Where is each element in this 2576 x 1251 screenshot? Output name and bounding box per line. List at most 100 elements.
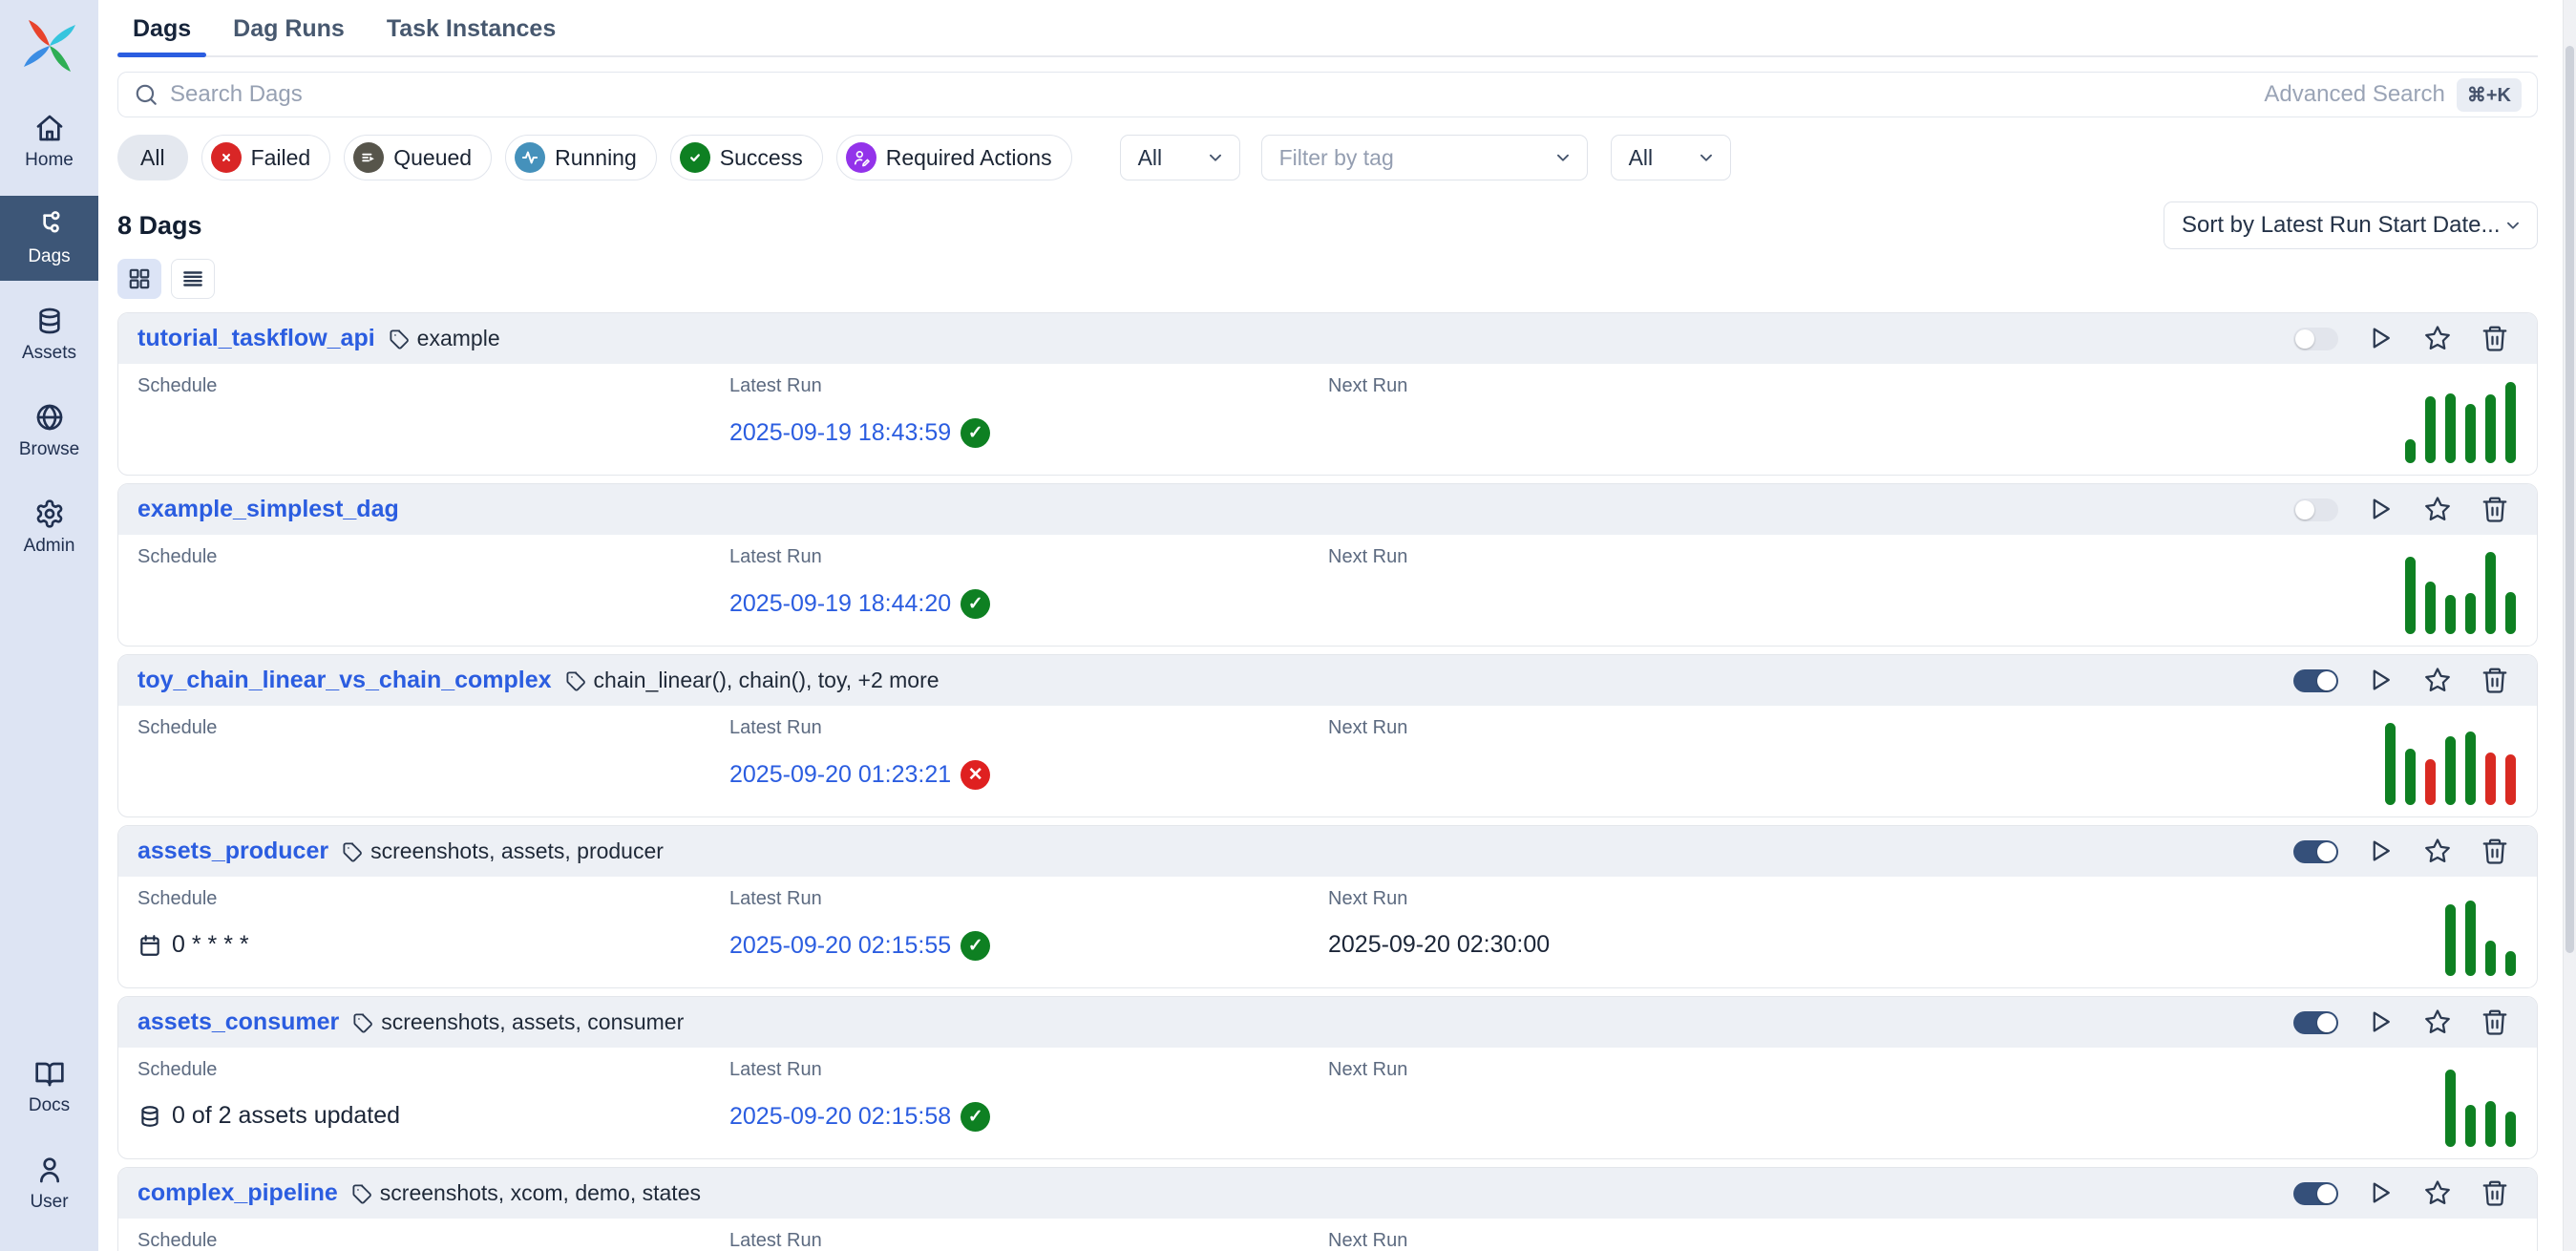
sidebar-item-user[interactable]: User: [0, 1141, 98, 1226]
run-bar[interactable]: [2425, 759, 2436, 805]
recent-runs-chart[interactable]: [2445, 888, 2516, 976]
scrollbar-thumb[interactable]: [2565, 46, 2574, 953]
run-bar[interactable]: [2425, 396, 2436, 463]
run-bar[interactable]: [2505, 382, 2516, 463]
recent-runs-chart[interactable]: [2405, 546, 2516, 634]
run-bar[interactable]: [2465, 593, 2476, 634]
run-bar[interactable]: [2445, 736, 2456, 805]
sort-select[interactable]: Sort by Latest Run Start Date...: [2164, 201, 2538, 249]
dag-name-link[interactable]: toy_chain_linear_vs_chain_complex: [137, 667, 552, 694]
run-bar[interactable]: [2405, 749, 2416, 805]
run-bar[interactable]: [2505, 1112, 2516, 1147]
tag-filter-select[interactable]: Filter by tag: [1261, 135, 1588, 180]
dag-card: assets_consumer screenshots, assets, con…: [117, 996, 2538, 1159]
favorite-dag-button[interactable]: [2422, 1007, 2453, 1038]
run-bar[interactable]: [2505, 951, 2516, 976]
tab-dag-runs[interactable]: Dag Runs: [218, 0, 360, 55]
dag-pause-toggle[interactable]: [2293, 669, 2338, 692]
run-bar[interactable]: [2505, 592, 2516, 634]
run-bar[interactable]: [2485, 1101, 2496, 1147]
filter-chip-running[interactable]: Running: [505, 135, 657, 180]
airflow-logo[interactable]: [19, 15, 80, 76]
run-bar[interactable]: [2505, 754, 2516, 805]
trigger-dag-button[interactable]: [2365, 495, 2396, 525]
run-bar[interactable]: [2465, 404, 2476, 463]
sidebar-item-home[interactable]: Home: [0, 99, 98, 184]
run-bar[interactable]: [2465, 732, 2476, 805]
sidebar-item-assets[interactable]: Assets: [0, 292, 98, 377]
run-bar[interactable]: [2405, 557, 2416, 634]
favorite-dag-button[interactable]: [2422, 666, 2453, 696]
delete-dag-button[interactable]: [2480, 495, 2510, 525]
run-bar[interactable]: [2445, 595, 2456, 634]
schedule-label: Schedule: [137, 717, 217, 739]
sidebar-item-browse[interactable]: Browse: [0, 389, 98, 474]
latest-run-link[interactable]: 2025-09-19 18:43:59: [729, 419, 951, 447]
latest-run-link[interactable]: 2025-09-20 02:15:58: [729, 1103, 951, 1131]
sidebar-item-admin[interactable]: Admin: [0, 485, 98, 570]
filter-chip-failed[interactable]: Failed: [201, 135, 331, 180]
delete-dag-button[interactable]: [2480, 324, 2510, 354]
run-bar[interactable]: [2445, 1070, 2456, 1147]
filter-chip-queued[interactable]: Queued: [344, 135, 492, 180]
latest-run-link[interactable]: 2025-09-20 02:15:55: [729, 932, 951, 960]
run-bar[interactable]: [2485, 941, 2496, 976]
advanced-search-link[interactable]: Advanced Search: [2264, 81, 2444, 108]
run-bar[interactable]: [2425, 582, 2436, 634]
favorite-dag-button[interactable]: [2422, 495, 2453, 525]
filter-chip-required-actions[interactable]: Required Actions: [836, 135, 1072, 180]
favorite-dag-button[interactable]: [2422, 837, 2453, 867]
favorite-filter-select[interactable]: All: [1611, 135, 1731, 180]
favorite-dag-button[interactable]: [2422, 324, 2453, 354]
tab-task-instances[interactable]: Task Instances: [371, 0, 571, 55]
grid-view-button[interactable]: [117, 259, 161, 299]
recent-runs-chart[interactable]: [2445, 1230, 2516, 1251]
run-bar[interactable]: [2465, 901, 2476, 976]
run-bar[interactable]: [2445, 393, 2456, 463]
dag-name-link[interactable]: assets_consumer: [137, 1008, 339, 1036]
search-input[interactable]: [170, 81, 2252, 108]
trigger-dag-button[interactable]: [2365, 1007, 2396, 1038]
trigger-dag-button[interactable]: [2365, 324, 2396, 354]
delete-dag-button[interactable]: [2480, 837, 2510, 867]
sidebar-item-label: Home: [25, 150, 74, 171]
run-bar[interactable]: [2445, 904, 2456, 976]
delete-dag-button[interactable]: [2480, 666, 2510, 696]
run-bar[interactable]: [2405, 439, 2416, 463]
favorite-dag-button[interactable]: [2422, 1178, 2453, 1209]
state-select[interactable]: All: [1120, 135, 1240, 180]
tab-dags[interactable]: Dags: [117, 0, 206, 55]
dag-pause-toggle[interactable]: [2293, 1182, 2338, 1205]
sidebar-item-docs[interactable]: Docs: [0, 1045, 98, 1130]
dag-pause-toggle[interactable]: [2293, 328, 2338, 350]
dag-pause-toggle[interactable]: [2293, 1011, 2338, 1034]
run-bar[interactable]: [2385, 723, 2396, 805]
run-bar[interactable]: [2485, 394, 2496, 463]
recent-runs-chart[interactable]: [2445, 1059, 2516, 1147]
run-bar[interactable]: [2465, 1105, 2476, 1147]
dag-pause-toggle[interactable]: [2293, 840, 2338, 863]
sidebar-item-dags[interactable]: Dags: [0, 196, 98, 281]
dag-name-link[interactable]: complex_pipeline: [137, 1179, 338, 1207]
airflow-app: Home Dags Assets Browse Admin Docs: [0, 0, 2576, 1251]
run-bar[interactable]: [2485, 552, 2496, 634]
filter-chip-success[interactable]: Success: [670, 135, 823, 180]
latest-run-link[interactable]: 2025-09-20 01:23:21: [729, 761, 951, 789]
trigger-dag-button[interactable]: [2365, 666, 2396, 696]
home-icon: [34, 113, 65, 143]
dag-name-link[interactable]: assets_producer: [137, 838, 328, 865]
latest-run-link[interactable]: 2025-09-19 18:44:20: [729, 590, 951, 618]
trigger-dag-button[interactable]: [2365, 1178, 2396, 1209]
next-run-label: Next Run: [1328, 1230, 1407, 1251]
dag-name-link[interactable]: tutorial_taskflow_api: [137, 325, 375, 352]
recent-runs-chart[interactable]: [2385, 717, 2516, 805]
delete-dag-button[interactable]: [2480, 1007, 2510, 1038]
dag-pause-toggle[interactable]: [2293, 498, 2338, 521]
trigger-dag-button[interactable]: [2365, 837, 2396, 867]
dag-name-link[interactable]: example_simplest_dag: [137, 496, 399, 523]
delete-dag-button[interactable]: [2480, 1178, 2510, 1209]
recent-runs-chart[interactable]: [2405, 375, 2516, 463]
run-bar[interactable]: [2485, 753, 2496, 805]
filter-chip-all[interactable]: All: [117, 135, 188, 180]
list-view-button[interactable]: [171, 259, 215, 299]
